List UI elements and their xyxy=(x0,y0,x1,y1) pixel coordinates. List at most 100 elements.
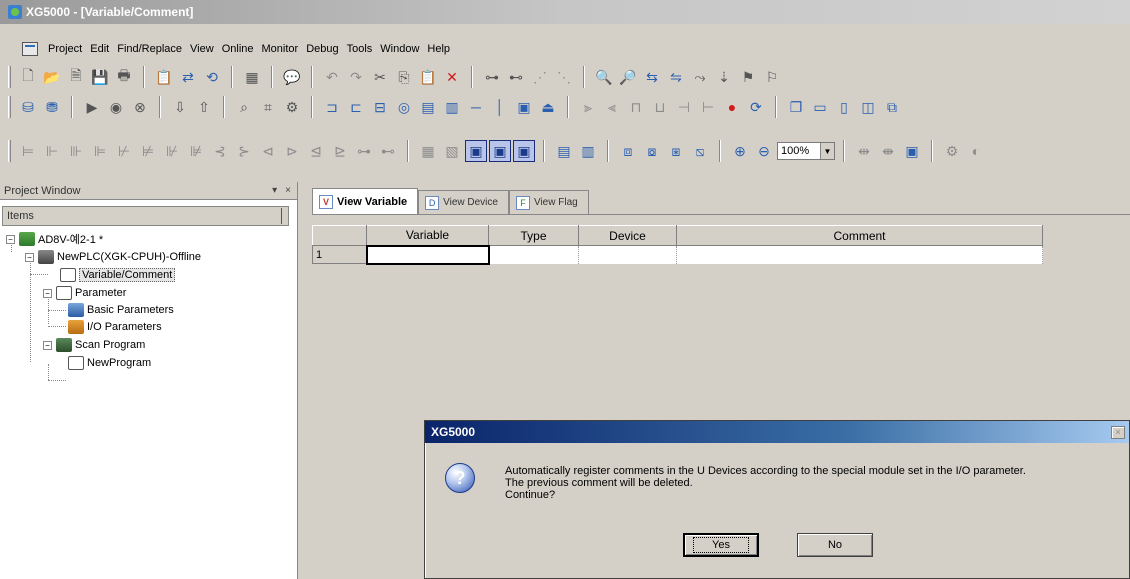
insert-row-icon[interactable]: ⊶ xyxy=(481,66,503,88)
window-arrange-icon[interactable]: ◫ xyxy=(857,96,879,118)
tree-item-plc[interactable]: − NewPLC(XGK-CPUH)-Offline xyxy=(25,248,201,266)
goto-icon[interactable]: ⤳ xyxy=(689,66,711,88)
ladder-contact-a-icon[interactable]: ⫸ xyxy=(577,96,599,118)
mode-run-icon[interactable]: ⛁ xyxy=(17,96,39,118)
io-sync-icon[interactable]: ⧈ xyxy=(617,140,639,162)
items-column-header[interactable]: Items xyxy=(2,206,289,226)
f12-contact-icon[interactable]: ⊳ xyxy=(281,140,303,162)
cell-device[interactable] xyxy=(578,245,677,264)
column-header-variable[interactable]: Variable xyxy=(366,225,489,246)
f1-contact-icon[interactable]: ⊨ xyxy=(17,140,39,162)
collapse-icon[interactable]: − xyxy=(43,288,52,298)
delete-row-icon[interactable]: ⊷ xyxy=(505,66,527,88)
breakpoint-icon[interactable]: ● xyxy=(721,96,743,118)
menu-window[interactable]: Window xyxy=(376,43,423,55)
step-number-icon[interactable]: ⇣ xyxy=(713,66,735,88)
find-icon[interactable]: 🔍 xyxy=(593,66,615,88)
read-icon[interactable]: ⇩ xyxy=(169,96,191,118)
cross-reference-icon[interactable]: ▥ xyxy=(577,140,599,162)
f6-contact-icon[interactable]: ⊭ xyxy=(137,140,159,162)
memory-reference-icon[interactable]: ▤ xyxy=(553,140,575,162)
collapse-icon[interactable]: − xyxy=(43,340,52,350)
replace-all-icon[interactable]: ⇋ xyxy=(665,66,687,88)
bookmark-icon[interactable]: ⚑ xyxy=(737,66,759,88)
copy-icon[interactable]: ⎘ xyxy=(393,66,415,88)
f4-contact-icon[interactable]: ⊫ xyxy=(89,140,111,162)
ladder-narrow-icon[interactable]: ⇼ xyxy=(877,140,899,162)
compile-icon[interactable]: ⚙ xyxy=(281,96,303,118)
f5-contact-icon[interactable]: ⊬ xyxy=(113,140,135,162)
window-cascade-icon[interactable]: ❐ xyxy=(785,96,807,118)
zoom-select[interactable]: 100% ▼ xyxy=(777,142,835,160)
print-icon[interactable]: 🖶 xyxy=(113,66,135,88)
ladder-contact-b-icon[interactable]: ⫷ xyxy=(601,96,623,118)
ladder-set-icon[interactable]: ⊢ xyxy=(697,96,719,118)
toolbar-grip[interactable] xyxy=(8,66,11,88)
find-next-icon[interactable]: 🔎 xyxy=(617,66,639,88)
panel-close-icon[interactable]: × xyxy=(285,185,291,196)
options-icon[interactable]: ⚙ xyxy=(941,140,963,162)
menu-online[interactable]: Online xyxy=(218,43,258,55)
delete-column-icon[interactable]: ⋱ xyxy=(553,66,575,88)
undo-icon[interactable]: ↶ xyxy=(321,66,343,88)
vertical-line-icon[interactable]: │ xyxy=(489,96,511,118)
pause-icon[interactable]: ⊗ xyxy=(129,96,151,118)
tab-view-device[interactable]: D View Device xyxy=(418,190,509,214)
cell-type[interactable] xyxy=(488,245,579,264)
tree-item-parameter[interactable]: − Parameter xyxy=(43,284,126,302)
contact-open-icon[interactable]: ⊐ xyxy=(321,96,343,118)
column-header-type[interactable]: Type xyxy=(488,225,579,246)
new-file-icon[interactable]: 🗋 xyxy=(17,66,39,88)
online-icon[interactable]: ⟲ xyxy=(201,66,223,88)
ladder-output-icon[interactable]: ⊔ xyxy=(649,96,671,118)
column-header-comment[interactable]: Comment xyxy=(676,225,1043,246)
function-block-icon[interactable]: ▥ xyxy=(441,96,463,118)
tab-view-variable[interactable]: V View Variable xyxy=(312,188,419,214)
mode-stop-icon[interactable]: ⛃ xyxy=(41,96,63,118)
tree-item-project[interactable]: − AD8V-예2-1 * xyxy=(6,230,103,248)
f3-contact-icon[interactable]: ⊪ xyxy=(65,140,87,162)
sf1-contact-icon[interactable]: ⊴ xyxy=(305,140,327,162)
io-write-icon[interactable]: ⧆ xyxy=(665,140,687,162)
menu-edit[interactable]: Edit xyxy=(86,43,113,55)
window-split-icon[interactable]: ⧉ xyxy=(881,96,903,118)
write-icon[interactable]: ⇧ xyxy=(193,96,215,118)
tree-item-basic-parameters[interactable]: Basic Parameters xyxy=(68,301,174,319)
contact-close-icon[interactable]: ⊏ xyxy=(345,96,367,118)
ladder-wide-icon[interactable]: ⇹ xyxy=(853,140,875,162)
toolbar-grip[interactable] xyxy=(8,140,11,162)
cell-variable[interactable] xyxy=(365,244,490,265)
print-preview-icon[interactable]: 🗎 xyxy=(65,66,87,88)
ladder-contact-c-icon[interactable]: ⊓ xyxy=(625,96,647,118)
f8-contact-icon[interactable]: ⊯ xyxy=(185,140,207,162)
menu-tools[interactable]: Tools xyxy=(343,43,377,55)
jump-icon[interactable]: ⏏ xyxy=(537,96,559,118)
view-ladder-icon[interactable]: ▦ xyxy=(417,140,439,162)
collapse-icon[interactable]: − xyxy=(25,252,34,262)
ladder-output-b-icon[interactable]: ⊣ xyxy=(673,96,695,118)
view-variable-toggle-icon[interactable]: ▣ xyxy=(465,140,487,162)
document-menu-icon[interactable] xyxy=(22,42,38,56)
row-number[interactable]: 1 xyxy=(312,245,367,264)
zoom-in-icon[interactable]: ⊕ xyxy=(729,140,751,162)
contact-pulse-icon[interactable]: ⊟ xyxy=(369,96,391,118)
tree-item-io-parameters[interactable]: I/O Parameters xyxy=(68,318,162,336)
f10-contact-icon[interactable]: ⊱ xyxy=(233,140,255,162)
monitor-stop-icon[interactable]: ⌗ xyxy=(257,96,279,118)
no-button[interactable]: No xyxy=(797,533,873,557)
sf3-contact-icon[interactable]: ⊶ xyxy=(353,140,375,162)
run-icon[interactable]: ▶ xyxy=(81,96,103,118)
bookmark-next-icon[interactable]: ⚐ xyxy=(761,66,783,88)
menu-monitor[interactable]: Monitor xyxy=(258,43,303,55)
rung-icon[interactable]: ▣ xyxy=(513,96,535,118)
io-check-icon[interactable]: ⧅ xyxy=(689,140,711,162)
tree-item-scan-program[interactable]: − Scan Program xyxy=(43,336,145,354)
view-device-toggle-icon[interactable]: ▣ xyxy=(489,140,511,162)
zoom-dropdown-arrow-icon[interactable]: ▼ xyxy=(820,143,834,159)
sf4-contact-icon[interactable]: ⊷ xyxy=(377,140,399,162)
cut-icon[interactable]: ✂ xyxy=(369,66,391,88)
monitor-start-icon[interactable]: ⌕ xyxy=(233,96,255,118)
open-folder-icon[interactable]: 📂 xyxy=(41,66,63,88)
more-icon[interactable]: ◐ xyxy=(965,140,987,162)
screen-layout-icon[interactable]: ▣ xyxy=(901,140,923,162)
